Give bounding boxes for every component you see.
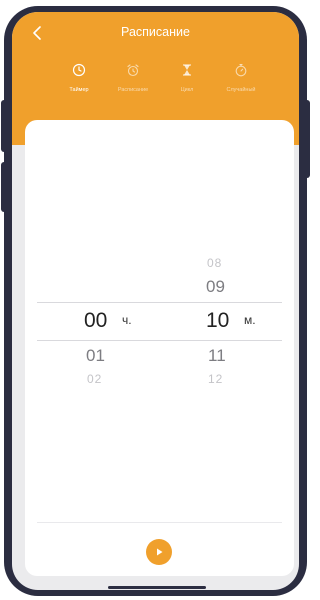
app-screen: Расписание Таймер Расписание Цикл Случай…: [12, 12, 299, 590]
play-button[interactable]: [146, 539, 172, 565]
minutes-next-2: 12: [208, 372, 224, 386]
selection-top-line: [37, 302, 282, 303]
minutes-selected: 10: [206, 309, 230, 332]
volume-down-button: [1, 162, 7, 212]
tab-label: Цикл: [180, 87, 194, 93]
clock-icon: [71, 62, 87, 78]
minutes-prev-1: 09: [206, 277, 225, 296]
page-title: Расписание: [121, 25, 190, 39]
power-button: [304, 100, 310, 178]
mode-tabs: Таймер Расписание Цикл Случайный: [52, 62, 268, 102]
selection-bottom-line: [37, 340, 282, 341]
hours-unit-label: ч.: [122, 313, 132, 327]
tab-label: Случайный: [226, 87, 256, 93]
tab-cycle[interactable]: Цикл: [160, 62, 214, 102]
stopwatch-icon: [233, 62, 249, 78]
home-indicator: [108, 586, 206, 589]
hours-next-2: 02: [87, 372, 103, 386]
volume-up-button: [1, 100, 7, 152]
tab-random[interactable]: Случайный: [214, 62, 268, 102]
minutes-unit-label: м.: [244, 313, 256, 327]
minutes-next-1: 11: [208, 346, 226, 365]
tab-schedule[interactable]: Расписание: [106, 62, 160, 102]
alarm-clock-icon: [125, 62, 141, 78]
hours-next-1: 01: [86, 346, 105, 365]
picker-card: 00 ч. 01 02 08 09 10 м. 11 12: [25, 120, 294, 576]
hourglass-icon: [179, 62, 195, 78]
footer-divider: [37, 522, 282, 523]
tab-timer[interactable]: Таймер: [52, 62, 106, 102]
tab-label: Таймер: [69, 87, 89, 93]
play-icon: [157, 548, 163, 556]
hours-selected: 00: [84, 309, 108, 332]
minutes-prev-2: 08: [207, 256, 223, 270]
tab-label: Расписание: [117, 87, 149, 93]
